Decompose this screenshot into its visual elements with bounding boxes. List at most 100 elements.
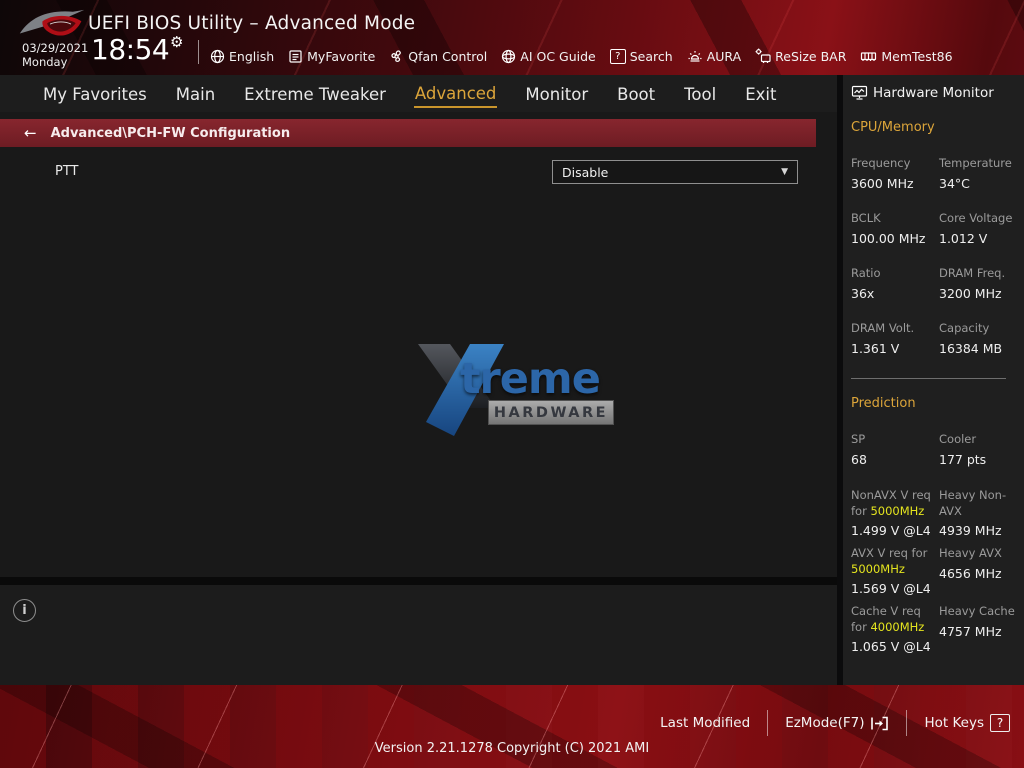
- hardware-monitor-header: Hardware Monitor: [851, 85, 1024, 101]
- breadcrumb: ← Advanced\PCH-FW Configuration: [0, 119, 816, 147]
- main-content-panel: ← Advanced\PCH-FW Configuration PTT Disa…: [0, 112, 837, 577]
- version-text: Version 2.21.1278 Copyright (C) 2021 AMI: [374, 741, 650, 756]
- tab-exit[interactable]: Exit: [744, 80, 777, 107]
- pred-label-highlight: 5000MHz: [870, 503, 925, 518]
- header-divider: [198, 40, 199, 64]
- prediction-row-cache: Cache V req for 4000MHz 1.065 V @L4 Heav…: [851, 604, 1024, 654]
- pred-right-value: 4656 MHz: [939, 565, 1002, 581]
- pred-right-value: 4939 MHz: [939, 523, 1002, 538]
- language-button[interactable]: English: [210, 49, 274, 64]
- toolbar-label: Search: [629, 48, 673, 64]
- question-box-icon: ?: [609, 48, 626, 64]
- rog-logo-icon: [16, 4, 88, 46]
- pred-right-label: Heavy AVX: [939, 546, 1002, 560]
- hot-keys-label: Hot Keys: [924, 715, 984, 731]
- pred-value: 1.499 V @L4: [851, 523, 931, 538]
- tab-tool[interactable]: Tool: [683, 80, 717, 107]
- info-icon: i: [13, 599, 36, 622]
- hm-label: BCLK: [851, 211, 881, 225]
- hm-label: DRAM Volt.: [851, 321, 915, 335]
- bios-screen: UEFI BIOS Utility – Advanced Mode 03/29/…: [0, 0, 1024, 768]
- toolbar-label: MyFavorite: [307, 48, 376, 64]
- pred-label-highlight: 5000MHz: [851, 561, 905, 576]
- toolbar-label: ReSize BAR: [775, 48, 847, 64]
- qfan-control-button[interactable]: Qfan Control: [389, 49, 487, 64]
- hm-value: 68: [851, 452, 867, 467]
- hm-row-frequency-temperature: Frequency 3600 MHz Temperature 34°C: [851, 156, 1024, 191]
- app-title: UEFI BIOS Utility – Advanced Mode: [88, 13, 416, 34]
- hardware-monitor-title: Hardware Monitor: [873, 85, 994, 101]
- ezmode-label: EzMode(F7): [785, 715, 865, 731]
- ai-oc-guide-button[interactable]: AI OC Guide: [501, 48, 596, 64]
- search-button[interactable]: ? Search: [609, 48, 673, 64]
- resize-bar-button[interactable]: ReSize BAR: [755, 48, 846, 64]
- hm-row-bclk-corevoltage: BCLK 100.00 MHz Core Voltage 1.012 V: [851, 211, 1024, 246]
- hm-value: 177 pts: [939, 452, 987, 467]
- hot-keys-button[interactable]: Hot Keys ?: [924, 714, 1010, 732]
- pred-right-label: Heavy Cache: [939, 604, 1015, 618]
- toolbar-label: English: [229, 48, 275, 64]
- hm-value: 16384 MB: [939, 341, 1003, 356]
- pred-label-highlight: 4000MHz: [870, 619, 925, 634]
- tab-main[interactable]: Main: [175, 80, 216, 107]
- fan-icon: [389, 49, 404, 64]
- tab-advanced[interactable]: Advanced: [413, 79, 498, 108]
- pred-value: 1.065 V @L4: [851, 639, 931, 654]
- hm-label: SP: [851, 432, 866, 446]
- hm-value: 100.00 MHz: [851, 231, 926, 246]
- cpu-memory-heading: CPU/Memory: [851, 120, 935, 135]
- hm-label: Temperature: [939, 156, 1012, 170]
- sidebar-divider: [851, 378, 1006, 379]
- ai-sphere-icon: [501, 49, 516, 64]
- aura-button[interactable]: AURA: [687, 49, 741, 64]
- toolbar-label: AI OC Guide: [520, 48, 596, 64]
- ptt-dropdown[interactable]: Disable ▼: [552, 160, 798, 184]
- toolbar-label: AURA: [706, 48, 742, 64]
- pred-right-value: 4757 MHz: [939, 623, 1002, 639]
- hm-value: 36x: [851, 286, 875, 301]
- ezmode-enter-icon: [870, 715, 889, 732]
- prediction-row-avx: AVX V req for 5000MHz 1.569 V @L4 Heavy …: [851, 546, 1024, 596]
- footer-actions: Last Modified EzMode(F7) Hot Keys ?: [660, 708, 1010, 738]
- time-settings-gear-icon[interactable]: ⚙: [170, 33, 183, 51]
- memory-icon: [860, 49, 877, 64]
- day-text: Monday: [22, 55, 68, 69]
- globe-icon: [210, 49, 225, 64]
- ezmode-button[interactable]: EzMode(F7): [785, 715, 889, 732]
- hm-label: Frequency: [851, 156, 911, 170]
- hm-row-dramvolt-capacity: DRAM Volt. 1.361 V Capacity 16384 MB: [851, 321, 1024, 356]
- hm-row-sp-cooler: SP 68 Cooler 177 pts: [851, 432, 1024, 467]
- hm-label: Core Voltage: [939, 211, 1013, 225]
- aura-lamp-icon: [687, 49, 703, 64]
- favorites-list-icon: [288, 49, 303, 64]
- hm-label: Capacity: [939, 321, 990, 335]
- main-menu-bar: My Favorites Main Extreme Tweaker Advanc…: [0, 75, 837, 112]
- chevron-down-icon: ▼: [781, 167, 788, 177]
- hardware-monitor-panel: Hardware Monitor CPU/Memory Frequency 360…: [843, 75, 1024, 685]
- footer-separator: [767, 710, 769, 736]
- hm-value: 3200 MHz: [939, 286, 1002, 301]
- tab-boot[interactable]: Boot: [616, 80, 656, 107]
- question-box-icon: ?: [990, 714, 1010, 732]
- back-arrow-icon[interactable]: ←: [24, 124, 37, 142]
- tab-extreme-tweaker[interactable]: Extreme Tweaker: [243, 80, 387, 107]
- prediction-row-nonavx: NonAVX V req for 5000MHz 1.499 V @L4 Hea…: [851, 488, 1024, 538]
- last-modified-button[interactable]: Last Modified: [660, 715, 750, 731]
- myfavorite-button[interactable]: MyFavorite: [288, 49, 375, 64]
- help-info-panel: i: [0, 585, 837, 685]
- prediction-heading: Prediction: [851, 396, 916, 411]
- hm-label: Cooler: [939, 432, 977, 446]
- pred-right-label: Heavy Non-AVX: [939, 488, 1007, 518]
- last-modified-label: Last Modified: [660, 715, 751, 731]
- tab-monitor[interactable]: Monitor: [524, 80, 589, 107]
- date-text: 03/29/2021: [22, 41, 89, 55]
- breadcrumb-text: Advanced\PCH-FW Configuration: [50, 125, 291, 141]
- memtest86-button[interactable]: MemTest86: [860, 49, 953, 64]
- tab-my-favorites[interactable]: My Favorites: [42, 80, 148, 107]
- toolbar-label: Qfan Control: [408, 48, 488, 64]
- hm-row-ratio-dramfreq: Ratio 36x DRAM Freq. 3200 MHz: [851, 266, 1024, 301]
- hm-value: 1.361 V: [851, 341, 900, 356]
- hm-value: 1.012 V: [939, 231, 988, 246]
- watermark-hardware-text: HARDWARE: [488, 400, 614, 425]
- resize-bar-icon: [755, 48, 771, 64]
